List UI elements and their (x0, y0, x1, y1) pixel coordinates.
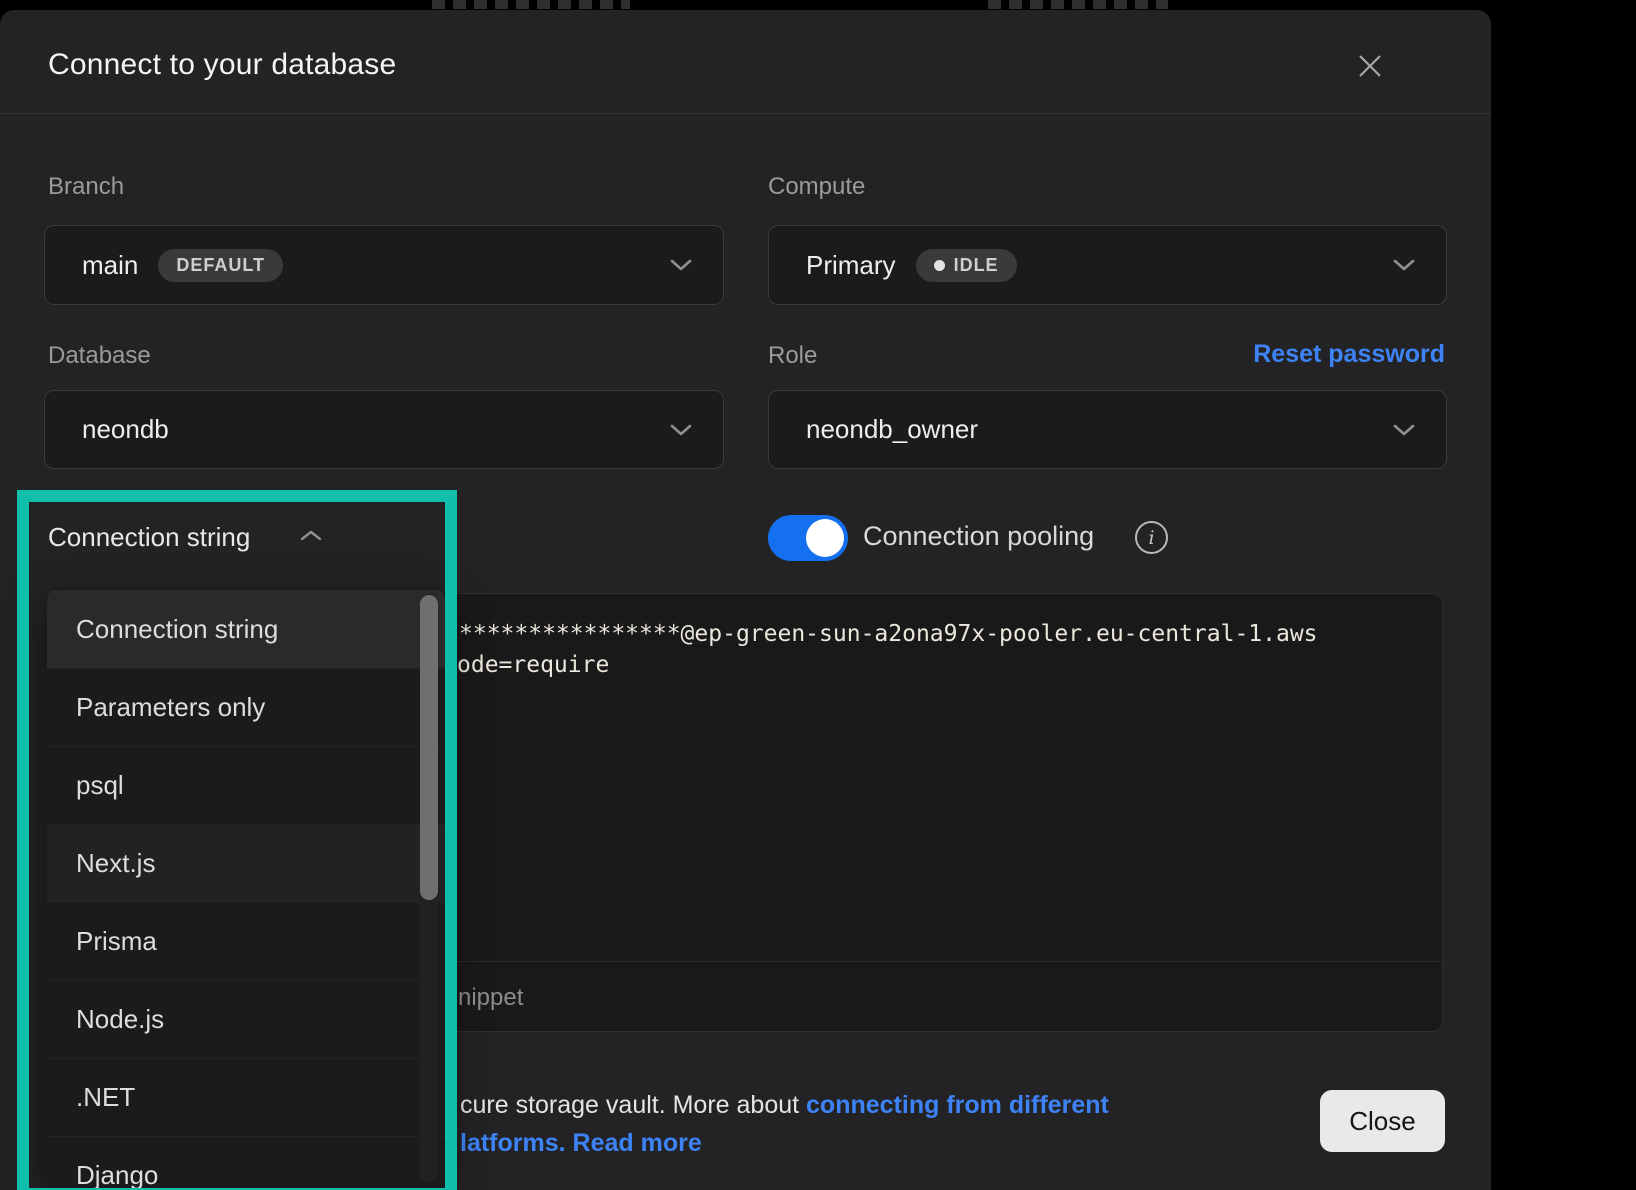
dropdown-item-parameters-only[interactable]: Parameters only (47, 668, 445, 746)
background-page-sliver (432, 0, 630, 9)
idle-badge-label: IDLE (954, 255, 999, 276)
compute-label: Compute (768, 173, 865, 201)
dropdown-item-label: psql (76, 770, 124, 801)
close-button[interactable]: Close (1320, 1090, 1445, 1152)
dropdown-item-psql[interactable]: psql (47, 746, 445, 824)
connecting-platforms-link[interactable]: connecting from different (806, 1091, 1109, 1119)
chevron-down-icon (669, 423, 693, 437)
close-icon[interactable] (1348, 44, 1392, 88)
branch-label: Branch (48, 173, 124, 201)
dropdown-item-label: Django (76, 1160, 158, 1188)
footer-text: cure storage vault. More about connectin… (460, 1091, 1109, 1120)
reset-password-link[interactable]: Reset password (1168, 340, 1445, 369)
dropdown-item-label: Prisma (76, 926, 157, 957)
chevron-up-icon (300, 529, 322, 542)
chevron-down-icon (669, 258, 693, 272)
code-block-divider (437, 961, 1442, 962)
connection-string-text: ****************@ep-green-sun-a2ona97x-p… (459, 621, 1318, 647)
connection-pooling-label: Connection pooling (863, 521, 1094, 552)
dropdown-item-prisma[interactable]: Prisma (47, 902, 445, 980)
screen: Connect to your database Branch Compute … (0, 0, 1636, 1190)
dropdown-item-nextjs[interactable]: Next.js (47, 824, 445, 902)
read-more-link[interactable]: Read more (573, 1129, 702, 1157)
role-label: Role (768, 342, 817, 370)
role-value: neondb_owner (806, 414, 978, 445)
status-dot (934, 260, 945, 271)
default-badge: DEFAULT (158, 249, 283, 282)
database-label: Database (48, 342, 151, 370)
dropdown-item-label: Node.js (76, 1004, 164, 1035)
footer-text: latforms. Read more (460, 1129, 702, 1158)
connecting-platforms-link[interactable]: latforms. (460, 1129, 573, 1157)
copy-snippet-button[interactable]: nippet (458, 984, 523, 1012)
connection-pooling-toggle[interactable] (768, 515, 848, 561)
info-icon[interactable]: i (1135, 521, 1168, 554)
background-page-sliver (988, 0, 1168, 9)
idle-badge: IDLE (916, 249, 1017, 282)
compute-value: Primary (806, 250, 896, 281)
branch-select[interactable]: main DEFAULT (44, 225, 724, 305)
role-select[interactable]: neondb_owner (768, 390, 1447, 469)
dropdown-item-connection-string[interactable]: Connection string (47, 590, 445, 668)
dropdown-item-label: Connection string (76, 614, 278, 645)
database-value: neondb (82, 414, 169, 445)
connect-database-modal: Connect to your database Branch Compute … (0, 10, 1491, 1190)
dropdown-item-dotnet[interactable]: .NET (47, 1058, 445, 1136)
chevron-down-icon (1392, 423, 1416, 437)
toggle-knob (806, 519, 844, 557)
dropdown-scrollbar-thumb[interactable] (420, 595, 438, 900)
branch-value: main (82, 250, 138, 281)
dropdown-item-label: .NET (76, 1082, 135, 1113)
header-divider (0, 113, 1491, 114)
chevron-down-icon (1392, 258, 1416, 272)
connection-type-trigger[interactable]: Connection string (48, 522, 250, 553)
compute-select[interactable]: Primary IDLE (768, 225, 1447, 305)
connection-string-text: ode=require (457, 652, 609, 678)
connection-type-dropdown: Connection string Parameters only psql N… (47, 588, 445, 1188)
dropdown-item-label: Next.js (76, 848, 155, 879)
database-select[interactable]: neondb (44, 390, 724, 469)
dropdown-item-django[interactable]: Django (47, 1136, 445, 1188)
modal-title: Connect to your database (48, 48, 396, 82)
dropdown-item-nodejs[interactable]: Node.js (47, 980, 445, 1058)
footer-text-fragment: cure storage vault. More about (460, 1091, 806, 1119)
dropdown-item-label: Parameters only (76, 692, 265, 723)
